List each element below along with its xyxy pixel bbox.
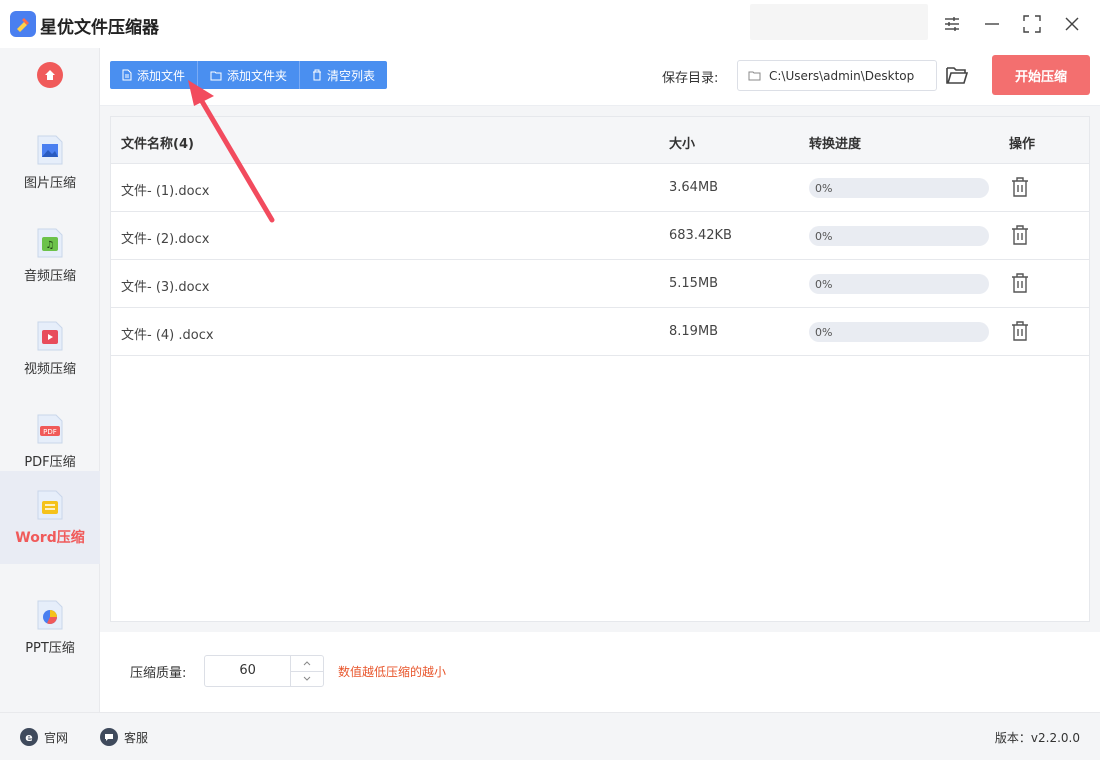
chevron-down-icon [303, 676, 311, 681]
quality-value[interactable]: 60 [205, 656, 290, 686]
delete-icon[interactable] [1011, 177, 1029, 197]
file-button-group: 添加文件 添加文件夹 清空列表 [110, 61, 388, 89]
decrement-button[interactable] [291, 672, 323, 687]
audio-file-icon: ♫ [37, 228, 63, 258]
delete-icon[interactable] [1011, 321, 1029, 341]
maximize-icon[interactable] [1018, 10, 1046, 38]
add-folder-label: 添加文件夹 [227, 68, 288, 83]
chat-icon [100, 728, 118, 746]
table-row[interactable]: 文件- (4) .docx 8.19MB 0% [111, 308, 1089, 356]
sidebar-item-word[interactable]: Word压缩 [0, 471, 100, 564]
progress-bar: 0% [809, 226, 989, 246]
sidebar-item-label: 图片压缩 [23, 176, 76, 191]
file-size: 683.42KB [669, 228, 732, 243]
table-row[interactable]: 文件- (3).docx 5.15MB 0% [111, 260, 1089, 308]
website-label: 官网 [44, 730, 69, 745]
open-folder-icon[interactable] [945, 64, 969, 86]
file-name: 文件- (1).docx [121, 184, 210, 199]
quality-label: 压缩质量: [130, 666, 187, 681]
table-row[interactable]: 文件- (2).docx 683.42KB 0% [111, 212, 1089, 260]
sidebar-item-label: 视频压缩 [23, 362, 76, 377]
footer: e 官网 客服 版本：v2.2.0.0 [0, 712, 1100, 760]
header-progress: 转换进度 [809, 137, 862, 152]
save-directory-label: 保存目录: [662, 71, 719, 86]
clear-list-label: 清空列表 [327, 68, 376, 83]
svg-text:♫: ♫ [46, 240, 55, 251]
save-directory-value: C:\Users\admin\Desktop [769, 68, 915, 83]
progress-text: 0% [815, 229, 833, 243]
file-name: 文件- (3).docx [121, 280, 210, 295]
home-icon[interactable] [37, 62, 63, 88]
sidebar: 图片压缩 ♫ 音频压缩 视频压缩 PDF PDF压缩 Word压缩 PPT压缩 [0, 48, 100, 712]
version-text: 版本：v2.2.0.0 [994, 731, 1080, 745]
close-icon[interactable] [1058, 10, 1086, 38]
start-compress-button[interactable]: 开始压缩 [992, 55, 1090, 95]
word-file-icon [37, 490, 63, 519]
settings-icon[interactable] [938, 10, 966, 38]
quality-panel: 压缩质量: 60 数值越低压缩的越小 [100, 632, 1100, 712]
sidebar-item-label: PPT压缩 [25, 641, 75, 656]
delete-icon[interactable] [1011, 225, 1029, 245]
file-icon [122, 69, 132, 81]
header-size: 大小 [669, 137, 696, 152]
sidebar-item-audio[interactable]: ♫ 音频压缩 [0, 209, 100, 302]
progress-text: 0% [815, 277, 833, 291]
browser-icon: e [20, 728, 38, 746]
trash-icon [313, 69, 322, 81]
image-file-icon [37, 135, 63, 165]
increment-button[interactable] [291, 656, 323, 672]
progress-bar: 0% [809, 322, 989, 342]
folder-icon [210, 71, 222, 80]
app-logo-icon [10, 11, 36, 37]
sidebar-item-ppt[interactable]: PPT压缩 [0, 581, 100, 674]
delete-icon[interactable] [1011, 273, 1029, 293]
table-header: 文件名称(4) 大小 转换进度 操作 [111, 117, 1089, 164]
website-link[interactable]: e 官网 [20, 728, 68, 746]
file-size: 5.15MB [669, 276, 719, 291]
toolbar: 添加文件 添加文件夹 清空列表 保存目录: C:\Users\admin\Des… [100, 48, 1100, 106]
title-bar: 星优文件压缩器 [0, 0, 1100, 48]
clear-list-button[interactable]: 清空列表 [300, 61, 387, 89]
chevron-up-icon [303, 661, 311, 666]
app-title: 星优文件压缩器 [40, 18, 159, 38]
add-file-button[interactable]: 添加文件 [110, 61, 199, 89]
progress-bar: 0% [809, 178, 989, 198]
support-label: 客服 [124, 730, 149, 745]
sidebar-item-video[interactable]: 视频压缩 [0, 302, 100, 395]
save-directory-field[interactable]: C:\Users\admin\Desktop [737, 60, 937, 91]
progress-bar: 0% [809, 274, 989, 294]
sidebar-item-image[interactable]: 图片压缩 [0, 116, 100, 209]
sidebar-item-label: 音频压缩 [23, 269, 76, 284]
sidebar-item-label: Word压缩 [15, 529, 85, 546]
progress-text: 0% [815, 181, 833, 195]
file-name: 文件- (4) .docx [121, 328, 214, 343]
title-blank-area [750, 4, 928, 40]
stepper-controls [290, 656, 323, 686]
folder-icon [748, 71, 761, 81]
file-name: 文件- (2).docx [121, 232, 210, 247]
progress-text: 0% [815, 325, 833, 339]
file-size: 3.64MB [669, 180, 719, 195]
quality-stepper[interactable]: 60 [204, 655, 324, 687]
header-action: 操作 [1009, 137, 1036, 152]
sidebar-item-label: PDF压缩 [24, 455, 76, 470]
table-row[interactable]: 文件- (1).docx 3.64MB 0% [111, 164, 1089, 212]
pdf-file-icon: PDF [37, 414, 63, 444]
support-link[interactable]: 客服 [100, 728, 148, 746]
minimize-icon[interactable] [978, 10, 1006, 38]
svg-text:PDF: PDF [43, 428, 57, 436]
add-file-label: 添加文件 [137, 68, 186, 83]
file-table: 文件名称(4) 大小 转换进度 操作 文件- (1).docx 3.64MB 0… [110, 116, 1090, 622]
ppt-file-icon [37, 600, 63, 630]
quality-hint: 数值越低压缩的越小 [338, 665, 447, 679]
add-folder-button[interactable]: 添加文件夹 [198, 61, 301, 89]
video-file-icon [37, 321, 63, 351]
file-size: 8.19MB [669, 324, 719, 339]
header-name: 文件名称(4) [121, 137, 194, 152]
